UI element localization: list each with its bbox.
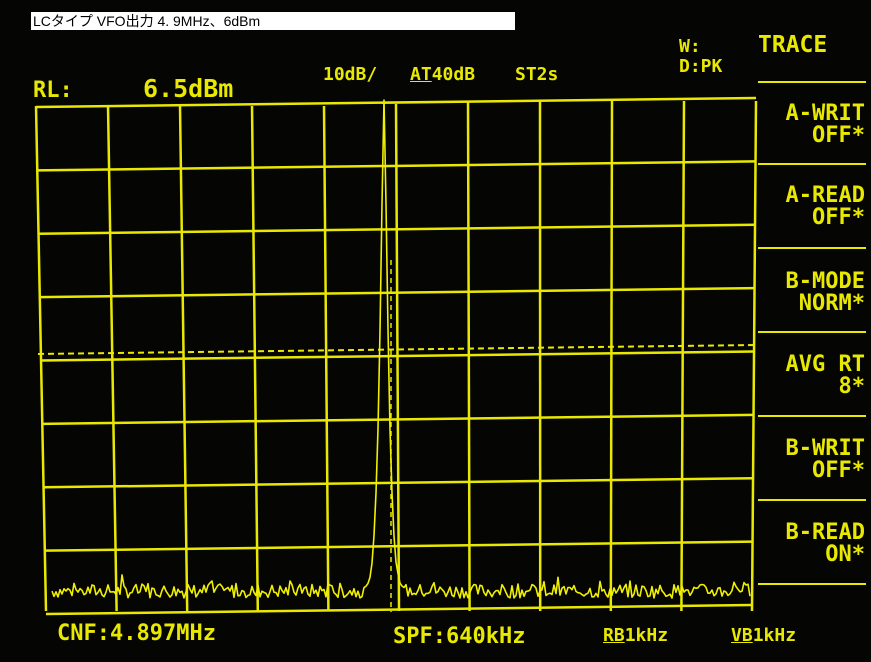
softkey-state: NORM*	[798, 291, 865, 316]
rbw-readout: RB1kHz	[603, 627, 668, 645]
softkey-label: A-WRIT	[785, 101, 865, 126]
vbw-readout: VB1kHz	[731, 627, 796, 645]
span-readout: SPF:640kHz	[393, 624, 526, 649]
menu-title: TRACE	[758, 32, 828, 58]
graticule-vline	[394, 103, 401, 612]
softkey-label: B-READ	[785, 520, 865, 545]
softkey-state: OFF*	[812, 205, 865, 230]
softkey-label: B-WRIT	[785, 436, 865, 461]
softkey-state: OFF*	[812, 123, 865, 148]
softkey-label: B-MODE	[785, 269, 865, 294]
vbw-prefix: VB	[731, 625, 753, 646]
softkey-a-read[interactable]: A-READ OFF*	[755, 185, 865, 229]
softkey-label: A-READ	[785, 183, 865, 208]
graticule-vline	[34, 105, 48, 612]
softkey-b-write[interactable]: B-WRIT OFF*	[755, 438, 865, 482]
graticule-vline	[680, 100, 686, 612]
softkey-b-read[interactable]: B-READ ON*	[755, 522, 865, 566]
rbw-value: 1kHz	[624, 625, 669, 646]
graticule	[34, 96, 758, 616]
softkey-state: OFF*	[812, 458, 865, 483]
vbw-value: 1kHz	[752, 625, 797, 646]
softkey-avg-rate[interactable]: AVG RT 8*	[755, 354, 865, 398]
graticule-vline	[609, 100, 614, 612]
softkey-label: AVG RT	[785, 352, 865, 377]
softkey-state: 8*	[838, 374, 866, 399]
softkey-a-write[interactable]: A-WRIT OFF*	[755, 103, 865, 147]
spectrum-display	[34, 81, 866, 616]
softkey-b-mode[interactable]: B-MODE NORM*	[755, 271, 865, 315]
graticule-vline	[322, 105, 330, 612]
softkey-state: ON*	[825, 542, 865, 567]
center-freq-readout: CNF:4.897MHz	[57, 621, 216, 646]
rbw-prefix: RB	[603, 625, 625, 646]
